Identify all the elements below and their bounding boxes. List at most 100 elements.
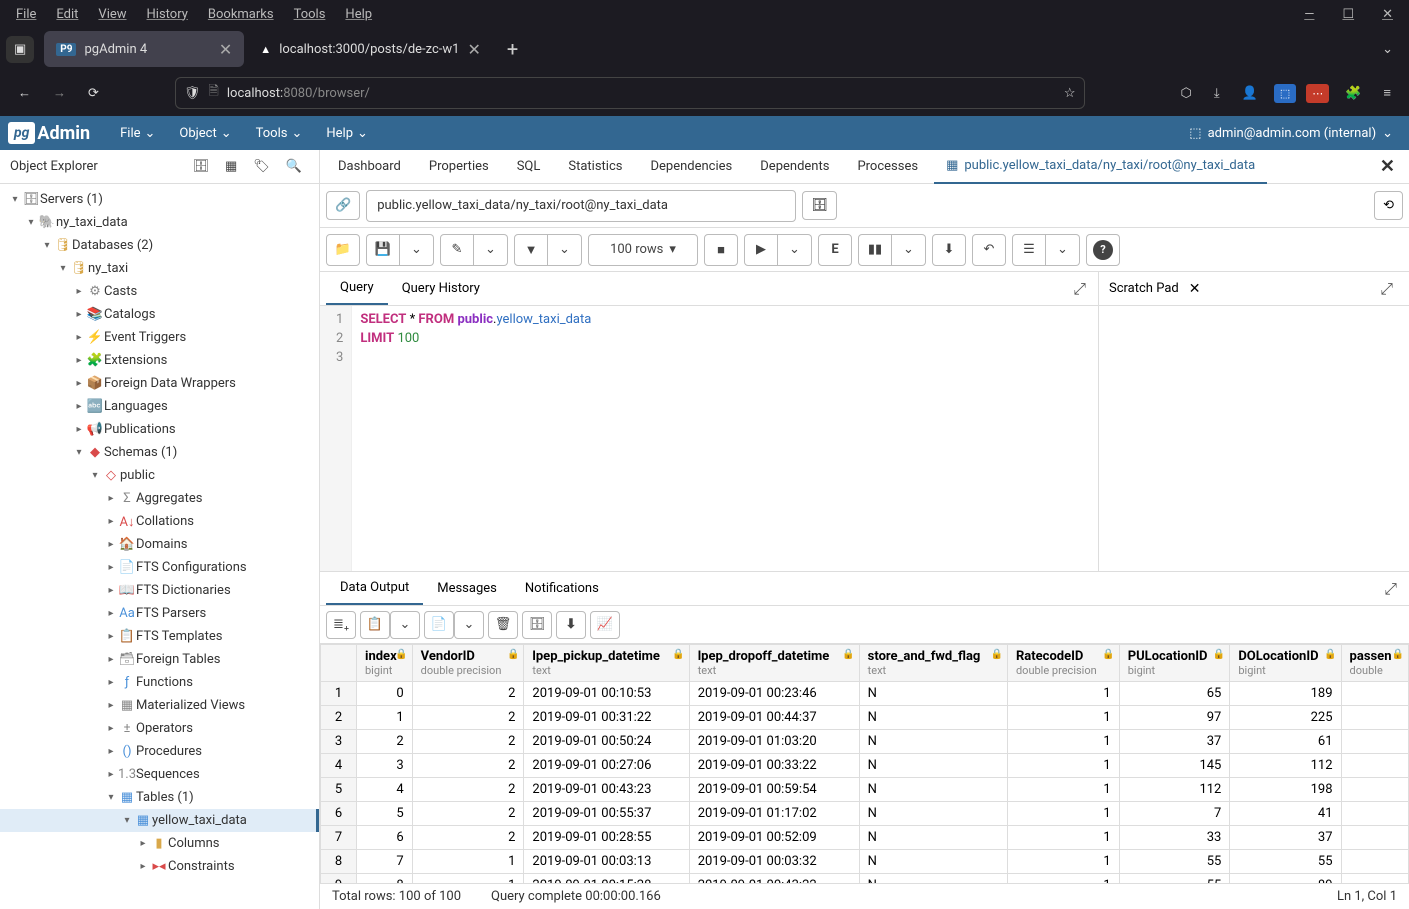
tab-dependencies[interactable]: Dependencies	[638, 150, 744, 184]
cell[interactable]: 89	[1230, 874, 1341, 884]
cell[interactable]: 2019-09-01 00:10:53	[524, 682, 689, 706]
cell[interactable]: 2019-09-01 00:03:32	[689, 850, 859, 874]
cell[interactable]: 37	[1230, 826, 1341, 850]
tree-node[interactable]: ▾▦yellow_taxi_data	[0, 809, 319, 832]
cell[interactable]: 2	[412, 754, 524, 778]
tab-statistics[interactable]: Statistics	[556, 150, 634, 184]
cell[interactable]: 2019-09-01 00:03:13	[524, 850, 689, 874]
filter-button[interactable]: ▼	[514, 234, 548, 266]
tree-node[interactable]: ▾🛢Databases (2)	[0, 234, 319, 257]
reload-button[interactable]: ⟳	[82, 82, 105, 105]
cell[interactable]: 2019-09-01 00:28:55	[524, 826, 689, 850]
tree-arrow-icon[interactable]: ▸	[72, 355, 86, 366]
menu-edit[interactable]: Edit	[48, 5, 86, 24]
sql-editor[interactable]: 123 SELECT * FROM public.yellow_taxi_dat…	[320, 306, 1098, 571]
copy-dd-button[interactable]: ⌄	[390, 611, 420, 639]
tree-arrow-icon[interactable]: ▸	[72, 332, 86, 343]
cell[interactable]: 97	[1119, 706, 1230, 730]
tree-node[interactable]: ▸ƒFunctions	[0, 671, 319, 694]
cell[interactable]: N	[859, 850, 1007, 874]
explain-dd-button[interactable]: ⌄	[892, 234, 926, 266]
tree-arrow-icon[interactable]: ▸	[104, 562, 118, 573]
tree-arrow-icon[interactable]: ▸	[104, 654, 118, 665]
cell[interactable]: 2019-09-01 01:03:20	[689, 730, 859, 754]
cell[interactable]: 55	[1119, 874, 1230, 884]
tree-node[interactable]: ▸⚡Event Triggers	[0, 326, 319, 349]
tree-node[interactable]: ▾🛢ny_taxi	[0, 257, 319, 280]
tree-node[interactable]: ▸🏠Domains	[0, 533, 319, 556]
cell[interactable]: 55	[1119, 850, 1230, 874]
maximize-button[interactable]: ☐	[1334, 3, 1362, 26]
cell[interactable]: N	[859, 730, 1007, 754]
save-button[interactable]: 💾	[366, 234, 400, 266]
tree-arrow-icon[interactable]: ▸	[104, 608, 118, 619]
expand-icon[interactable]: ⤢	[1067, 279, 1092, 299]
tree-node[interactable]: ▸📋FTS Templates	[0, 625, 319, 648]
cell[interactable]	[1341, 874, 1408, 884]
tree-arrow-icon[interactable]: ▾	[104, 792, 118, 803]
row-number[interactable]: 8	[321, 850, 357, 874]
edit-dd-button[interactable]: ⌄	[474, 234, 508, 266]
tree-arrow-icon[interactable]: ▸	[136, 838, 150, 849]
pgadmin-logo[interactable]: pg Admin	[8, 122, 90, 144]
table-row[interactable]: 3222019-09-01 00:50:242019-09-01 01:03:2…	[321, 730, 1409, 754]
macros-button[interactable]: ☰	[1012, 234, 1046, 266]
cell[interactable]: 145	[1119, 754, 1230, 778]
row-number[interactable]: 6	[321, 802, 357, 826]
macros-dd-button[interactable]: ⌄	[1046, 234, 1080, 266]
exp-tool-viewdata[interactable]: ▦	[218, 154, 244, 179]
cell[interactable]: 8	[357, 874, 413, 884]
cell[interactable]: 7	[1119, 802, 1230, 826]
add-row-button[interactable]: ≣₊	[326, 611, 356, 639]
tree-node[interactable]: ▸⚙Casts	[0, 280, 319, 303]
tree-arrow-icon[interactable]: ▾	[72, 447, 86, 458]
cell[interactable]: 2019-09-01 00:27:06	[524, 754, 689, 778]
tree-arrow-icon[interactable]: ▾	[120, 815, 134, 826]
row-number[interactable]: 9	[321, 874, 357, 884]
menu-file[interactable]: File	[8, 5, 44, 24]
cell[interactable]: 61	[1230, 730, 1341, 754]
cell[interactable]: 2	[412, 682, 524, 706]
table-row[interactable]: 9812019-09-01 00:15:282019-09-01 00:43:2…	[321, 874, 1409, 884]
account-icon[interactable]: 👤	[1236, 82, 1264, 105]
cell[interactable]: 2	[412, 778, 524, 802]
pg-menu-file[interactable]: File ⌄	[110, 120, 165, 147]
tree-arrow-icon[interactable]: ▸	[72, 401, 86, 412]
copy-button[interactable]: 📋	[360, 611, 390, 639]
cell[interactable]	[1341, 706, 1408, 730]
table-row[interactable]: 8712019-09-01 00:03:132019-09-01 00:03:3…	[321, 850, 1409, 874]
cell[interactable]: 2019-09-01 00:43:22	[689, 874, 859, 884]
tree-node[interactable]: ▸1.3Sequences	[0, 763, 319, 786]
menu-tools[interactable]: Tools	[286, 5, 334, 24]
downloads-icon[interactable]: ⤓	[1208, 82, 1226, 105]
reset-layout-button[interactable]: ⟲	[1374, 191, 1403, 220]
cell[interactable]: 1	[357, 706, 413, 730]
execute-button[interactable]: ▶	[744, 234, 778, 266]
stop-button[interactable]: ■	[704, 234, 738, 266]
pg-menu-object[interactable]: Object ⌄	[169, 120, 241, 147]
cell[interactable]: 7	[357, 850, 413, 874]
tab-data-output[interactable]: Data Output	[326, 572, 423, 605]
graph-button[interactable]: 📈	[590, 611, 620, 639]
tab-sql[interactable]: SQL	[505, 150, 553, 184]
cell[interactable]: 2019-09-01 00:50:24	[524, 730, 689, 754]
ext2-icon[interactable]: ⋯	[1306, 84, 1329, 103]
connection-path[interactable]: public.yellow_taxi_data/ny_taxi/root@ny_…	[366, 190, 796, 222]
tree-node[interactable]: ▸🗃Foreign Tables	[0, 648, 319, 671]
sql-code[interactable]: SELECT * FROM public.yellow_taxi_data LI…	[352, 306, 1098, 571]
tree-node[interactable]: ▸▸◂Constraints	[0, 855, 319, 878]
tab-close-icon[interactable]: ✕	[467, 40, 480, 59]
cell[interactable]: 41	[1230, 802, 1341, 826]
exp-tool-search[interactable]: 🔍	[279, 154, 309, 179]
column-header[interactable]: lpep_dropoff_datetimetext🔒	[689, 645, 859, 682]
cell[interactable]: 2	[412, 730, 524, 754]
cell[interactable]: 2019-09-01 00:43:23	[524, 778, 689, 802]
cell[interactable]: N	[859, 706, 1007, 730]
cell[interactable]: 1	[1007, 778, 1119, 802]
cell[interactable]: 2019-09-01 00:59:54	[689, 778, 859, 802]
cell[interactable]: 198	[1230, 778, 1341, 802]
tab-query-tool[interactable]: ▦public.yellow_taxi_data/ny_taxi/root@ny…	[934, 150, 1267, 184]
cell[interactable]: 1	[1007, 802, 1119, 826]
cell[interactable]: 6	[357, 826, 413, 850]
explorer-tree[interactable]: ▾🗄Servers (1)▾🐘ny_taxi_data▾🛢Databases (…	[0, 184, 319, 909]
